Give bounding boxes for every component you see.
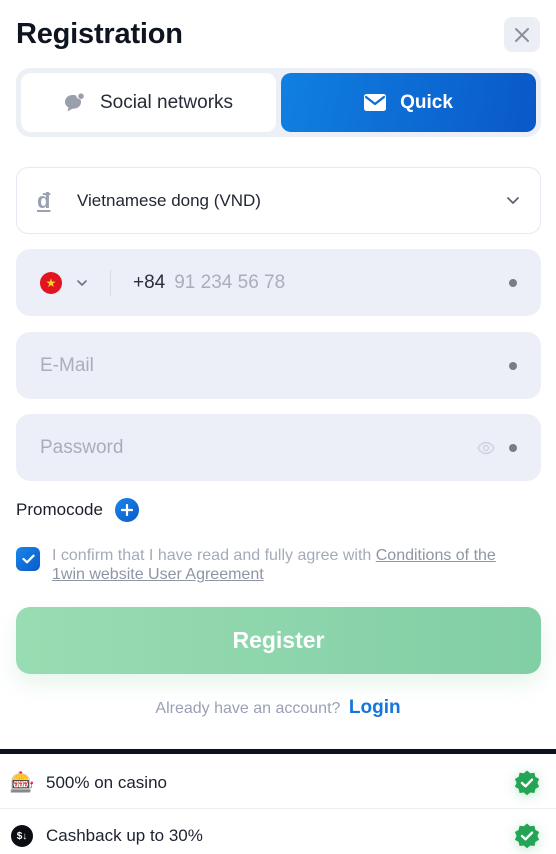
cashback-icon: $↓ — [10, 824, 34, 848]
tab-quick-label: Quick — [400, 91, 453, 113]
bonus-label: 500% on casino — [46, 772, 167, 792]
agreement-checkbox[interactable] — [16, 547, 40, 571]
registration-modal: Registration Social networks Quick đ Vie… — [0, 0, 556, 750]
registration-tabs: Social networks Quick — [16, 68, 541, 137]
close-icon — [515, 27, 529, 42]
dong-currency-icon: đ — [37, 187, 51, 213]
required-indicator — [509, 278, 517, 287]
promocode-label: Promocode — [16, 500, 103, 519]
envelope-icon — [364, 94, 387, 111]
promocode-row: Promocode — [16, 498, 139, 522]
currency-select[interactable]: đ Vietnamese dong (VND) — [16, 167, 541, 234]
vietnam-flag-icon: ★ — [40, 271, 62, 294]
phone-input[interactable] — [174, 271, 497, 294]
bonus-label: Cashback up to 30% — [46, 826, 203, 845]
tab-quick[interactable]: Quick — [281, 73, 536, 132]
required-indicator — [509, 361, 517, 370]
chat-bubble-icon — [64, 92, 84, 111]
eye-icon — [477, 441, 495, 454]
tab-social-networks[interactable]: Social networks — [21, 73, 276, 132]
checkmark-icon — [21, 554, 35, 564]
password-input[interactable] — [40, 436, 477, 459]
chevron-down-icon — [507, 197, 519, 204]
required-indicator — [509, 443, 517, 452]
verified-badge-icon — [512, 821, 542, 851]
page-title: Registration — [16, 18, 183, 50]
cashback-glyph: $↓ — [11, 825, 33, 847]
login-prompt-text: Already have an account? — [155, 700, 341, 717]
email-field — [16, 332, 541, 399]
currency-value: Vietnamese dong (VND) — [77, 190, 261, 210]
country-code-select[interactable]: ★ — [40, 271, 88, 294]
flag-star: ★ — [45, 275, 57, 290]
modal-header: Registration — [16, 16, 540, 54]
login-link[interactable]: Login — [349, 697, 401, 718]
verified-badge-icon — [512, 768, 542, 798]
tab-social-networks-label: Social networks — [99, 91, 234, 113]
register-button[interactable]: Register — [16, 607, 541, 674]
slot-machine-icon: 🎰 — [9, 772, 35, 794]
login-prompt: Already have an account? Login — [0, 697, 556, 719]
phone-field: ★ +84 — [16, 249, 541, 316]
section-divider — [0, 749, 556, 754]
email-input[interactable] — [40, 354, 497, 377]
agreement-row: I confirm that I have read and fully agr… — [16, 546, 526, 584]
show-password-toggle[interactable] — [477, 441, 495, 455]
agreement-text: I confirm that I have read and fully agr… — [52, 546, 526, 584]
chevron-down-icon — [77, 279, 87, 286]
password-field — [16, 414, 541, 481]
bonus-item: 🎰 500% on casino — [0, 757, 556, 809]
phone-prefix: +84 — [133, 271, 166, 293]
plus-icon — [120, 504, 133, 516]
add-promocode-button[interactable] — [114, 498, 139, 522]
field-divider — [110, 269, 111, 296]
agreement-statement: I confirm that I have read and fully agr… — [52, 547, 376, 564]
bonus-item: $↓ Cashback up to 30% — [0, 810, 556, 854]
close-button[interactable] — [504, 17, 540, 52]
